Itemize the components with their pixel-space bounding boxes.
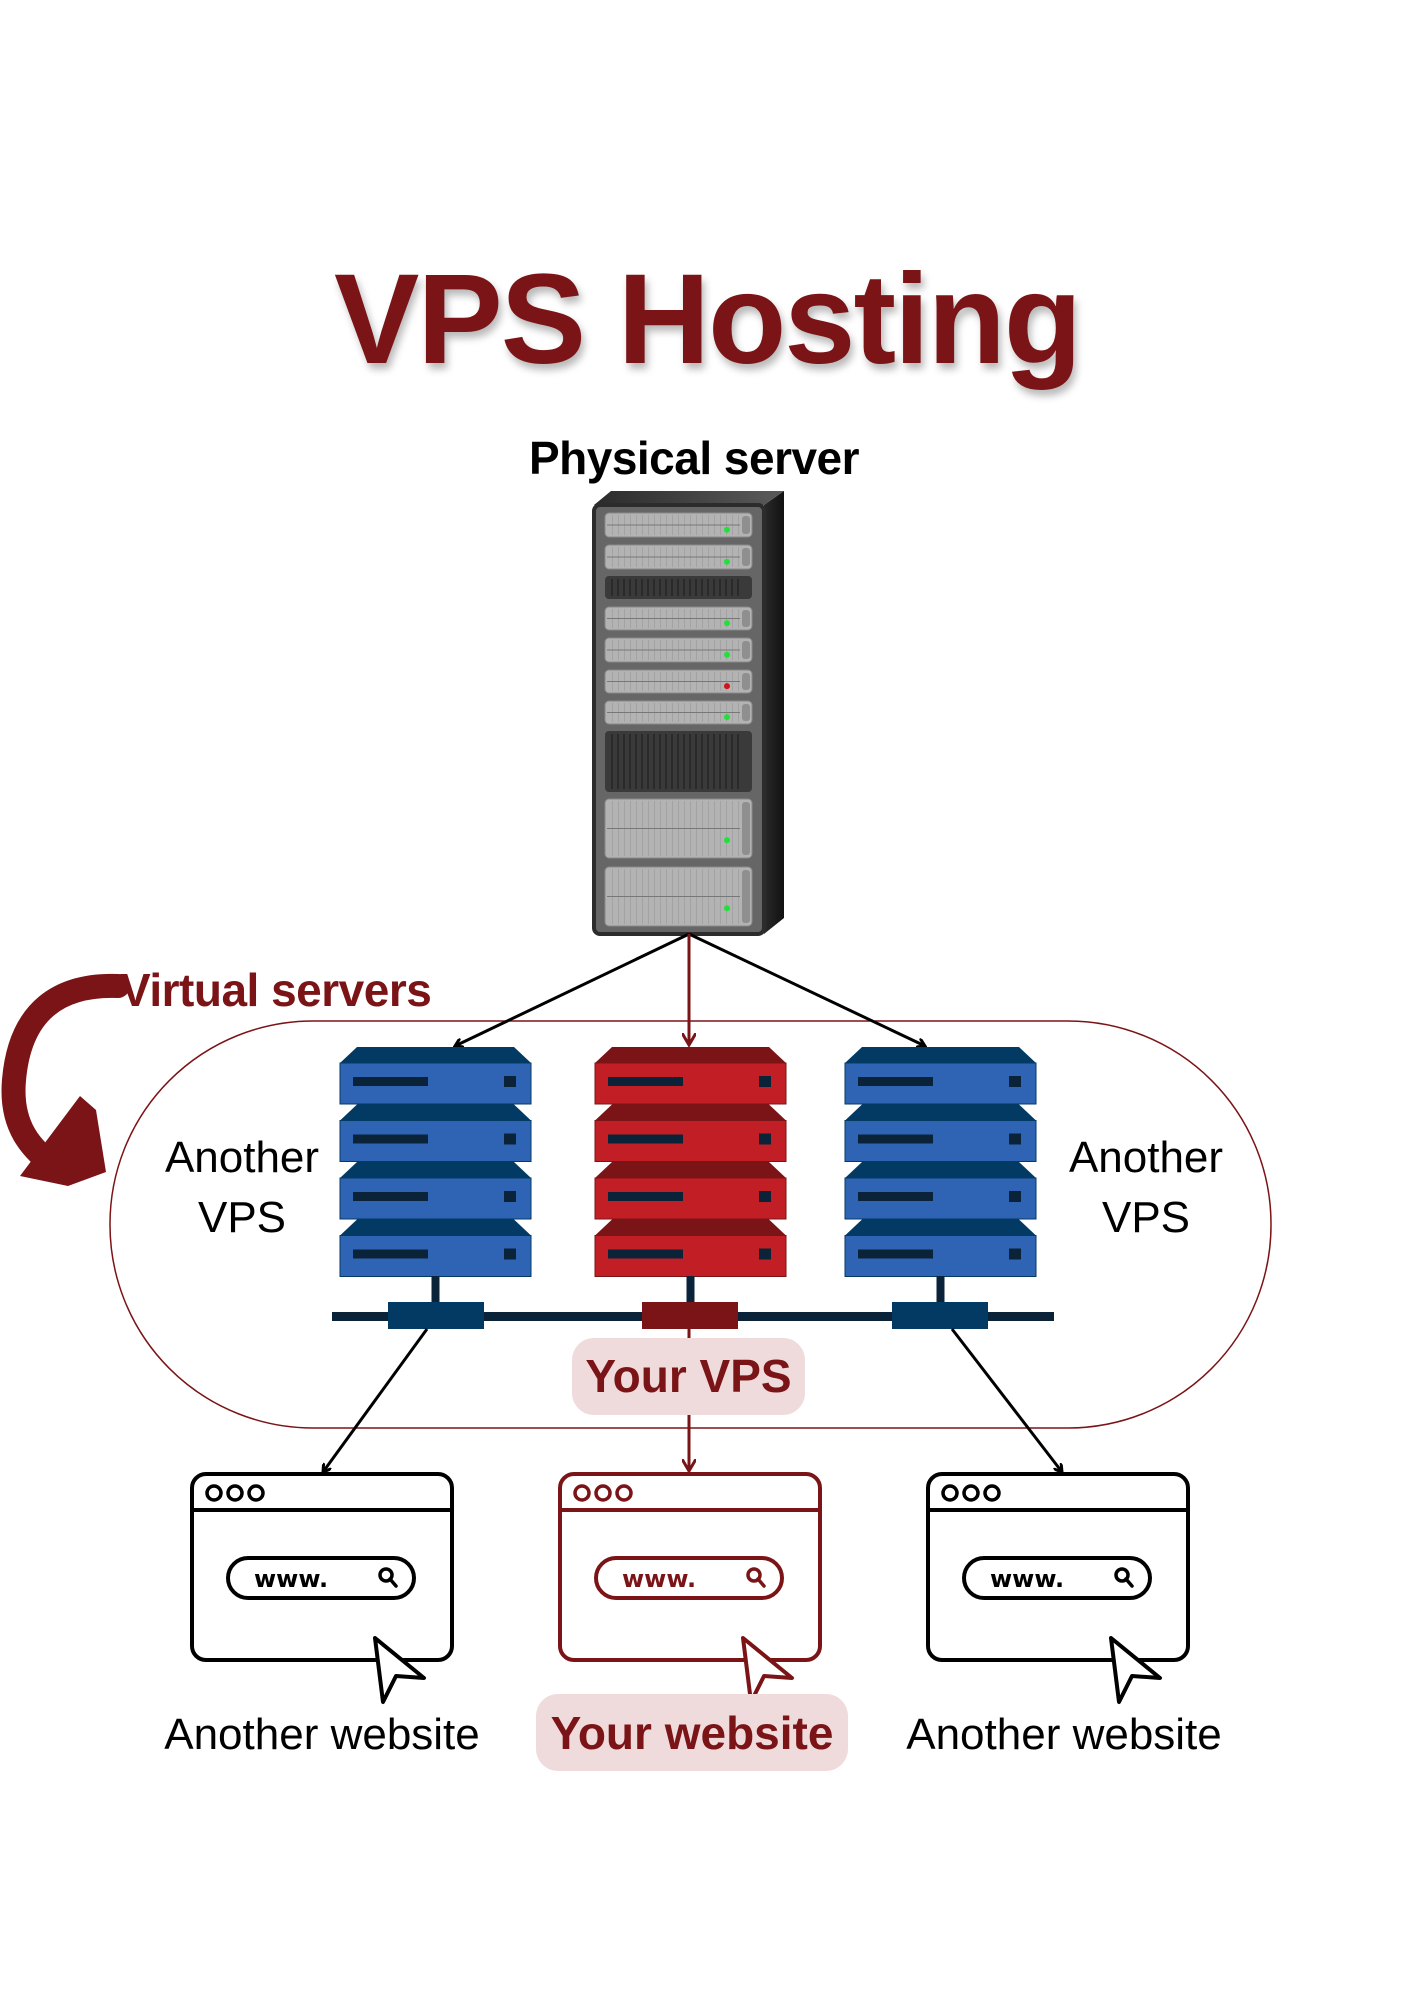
arrow-to-right-website — [950, 1328, 1062, 1472]
server-unit-top — [340, 1047, 531, 1063]
server-unit-top — [340, 1219, 531, 1236]
another-website-browser-icon: www. — [190, 1472, 454, 1704]
server-unit-led — [759, 1076, 771, 1087]
server-unit-top — [595, 1104, 786, 1121]
another-vps-right-line1: Another — [1068, 1133, 1224, 1182]
server-unit-slot — [353, 1192, 428, 1201]
server-unit-led — [759, 1191, 771, 1202]
status-led-icon — [724, 620, 730, 627]
server-unit-led — [1009, 1133, 1021, 1145]
another-vps-left-line1: Another — [164, 1133, 320, 1182]
server-unit-led — [504, 1133, 516, 1145]
another-vps-left-line2: VPS — [197, 1193, 287, 1242]
server-unit-top — [340, 1162, 531, 1178]
your-vps-badge: Your VPS — [572, 1338, 805, 1415]
your-website-badge: Your website — [536, 1694, 848, 1771]
server-unit-led — [1009, 1248, 1021, 1260]
server-unit-slot — [858, 1192, 933, 1201]
status-led-icon — [724, 651, 730, 658]
server-unit-top — [845, 1219, 1036, 1236]
status-led-icon — [724, 714, 730, 721]
server-unit-led — [1009, 1076, 1021, 1087]
status-led-icon — [724, 558, 730, 565]
address-bar-text: www. — [622, 1565, 696, 1593]
your-website-browser-icon: www. — [558, 1472, 822, 1704]
server-unit-slot — [608, 1077, 683, 1086]
status-led-icon — [724, 526, 730, 533]
server-unit-top — [845, 1162, 1036, 1178]
server-unit-led — [504, 1191, 516, 1202]
your-vps-server-stack — [594, 1047, 787, 1329]
another-vps-left-label: Another VPS — [142, 1128, 342, 1248]
network-connector — [642, 1302, 738, 1329]
website-left-label: Another website — [164, 1710, 480, 1759]
server-unit-slot — [353, 1077, 428, 1086]
server-unit-slot — [858, 1134, 933, 1144]
server-unit-led — [1009, 1191, 1021, 1202]
arrow-to-left-website — [323, 1328, 429, 1472]
address-bar-text: www. — [990, 1565, 1064, 1593]
server-unit-top — [595, 1219, 786, 1236]
server-unit-led — [504, 1076, 516, 1087]
server-unit-top — [595, 1047, 786, 1063]
server-unit-led — [759, 1133, 771, 1145]
server-stem — [936, 1276, 945, 1303]
network-connector — [892, 1302, 988, 1329]
curved-arrow-icon — [1, 973, 130, 1186]
another-vps-right-label: Another VPS — [1046, 1128, 1246, 1248]
another-vps-server-stack — [844, 1047, 1037, 1329]
server-unit-slot — [608, 1134, 683, 1144]
address-bar-text: www. — [254, 1565, 328, 1593]
server-unit-slot — [858, 1249, 933, 1259]
arrow-to-left-vps — [455, 932, 690, 1046]
server-unit-slot — [608, 1249, 683, 1259]
physical-server-tower — [592, 491, 784, 936]
status-led-icon — [724, 837, 730, 844]
another-website-browser-icon: www. — [926, 1472, 1190, 1704]
server-unit-slot — [353, 1134, 428, 1144]
server-unit-top — [340, 1104, 531, 1121]
server-unit-slot — [608, 1192, 683, 1201]
server-unit-top — [845, 1104, 1036, 1121]
another-vps-server-stack — [339, 1047, 532, 1329]
arrow-to-right-vps — [688, 932, 925, 1046]
status-led-icon — [724, 905, 730, 912]
another-vps-right-line2: VPS — [1101, 1193, 1191, 1242]
server-stem — [686, 1276, 695, 1303]
virtual-servers-label: Virtual servers — [120, 964, 432, 1016]
status-led-icon — [724, 683, 730, 690]
server-unit-top — [595, 1162, 786, 1178]
server-unit-led — [759, 1248, 771, 1260]
server-unit-led — [504, 1248, 516, 1260]
website-right-label: Another website — [906, 1710, 1222, 1759]
server-unit-top — [845, 1047, 1036, 1063]
server-unit-slot — [353, 1249, 428, 1259]
server-unit-slot — [858, 1077, 933, 1086]
network-connector — [388, 1302, 484, 1329]
server-stem — [431, 1276, 440, 1303]
